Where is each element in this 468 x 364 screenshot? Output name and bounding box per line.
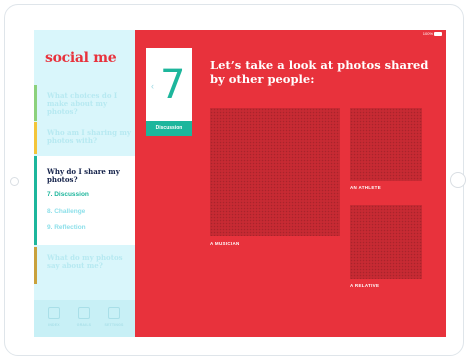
sidebar-question-label: Who am I sharing my photos with? [47, 128, 131, 145]
grails-button[interactable]: GRAILS [71, 307, 97, 327]
photo-caption: AN ATHLETE [350, 185, 381, 190]
photo-caption: A RELATIVE [350, 283, 380, 288]
step-number: 7 [160, 62, 186, 108]
subnav-challenge[interactable]: 8. Challenge [47, 208, 85, 215]
chevron-left-icon[interactable]: ‹ [151, 81, 154, 91]
grails-icon [78, 307, 90, 319]
sidebar-question-label: What do my photos say about me? [47, 253, 123, 270]
sidebar: social me What choices do I make about m… [34, 30, 135, 337]
index-icon [48, 307, 60, 319]
photo-caption: A MUSICIAN [210, 241, 240, 246]
sidebar-question-3-active[interactable]: Why do I share my photos? [34, 156, 135, 245]
settings-icon [108, 307, 120, 319]
index-button[interactable]: INDEX [41, 307, 67, 327]
sidebar-question-1[interactable]: What choices do I make about my photos? [34, 85, 135, 121]
index-label: INDEX [48, 323, 60, 327]
sidebar-question-label: Why do I share my photos? [47, 167, 120, 184]
app-logo: social me [45, 50, 117, 66]
photo-musician[interactable] [210, 108, 340, 236]
screen: 100% social me What choices do I make ab… [34, 30, 446, 337]
camera-dot [10, 177, 19, 186]
page-title: Let’s take a look at photos shared by ot… [210, 58, 429, 86]
battery-level: 100% [422, 31, 433, 36]
sidebar-question-4[interactable]: What do my photos say about me? [34, 247, 135, 284]
step-card: ‹ 7 Discussion [146, 48, 192, 136]
question-color-bar [34, 122, 37, 154]
sidebar-question-label: What choices do I make about my photos? [47, 91, 118, 116]
grails-label: GRAILS [76, 323, 92, 327]
photo-relative[interactable] [350, 205, 422, 279]
battery-icon [434, 32, 442, 36]
question-color-bar [34, 156, 37, 245]
subnav-reflection[interactable]: 9. Reflection [47, 224, 86, 231]
sidebar-question-2[interactable]: Who am I sharing my photos with? [34, 122, 135, 154]
subnav-discussion[interactable]: 7. Discussion [47, 191, 89, 198]
step-tag: Discussion [146, 121, 192, 136]
status-bar: 100% [34, 30, 446, 38]
settings-label: SETTINGS [104, 323, 124, 327]
photo-athlete[interactable] [350, 108, 422, 181]
step-label: Discussion [155, 125, 183, 131]
bottom-toolbar: INDEX GRAILS SETTINGS [34, 300, 135, 337]
home-button[interactable] [450, 172, 466, 188]
settings-button[interactable]: SETTINGS [101, 307, 127, 327]
question-color-bar [34, 85, 37, 121]
question-color-bar [34, 247, 37, 284]
